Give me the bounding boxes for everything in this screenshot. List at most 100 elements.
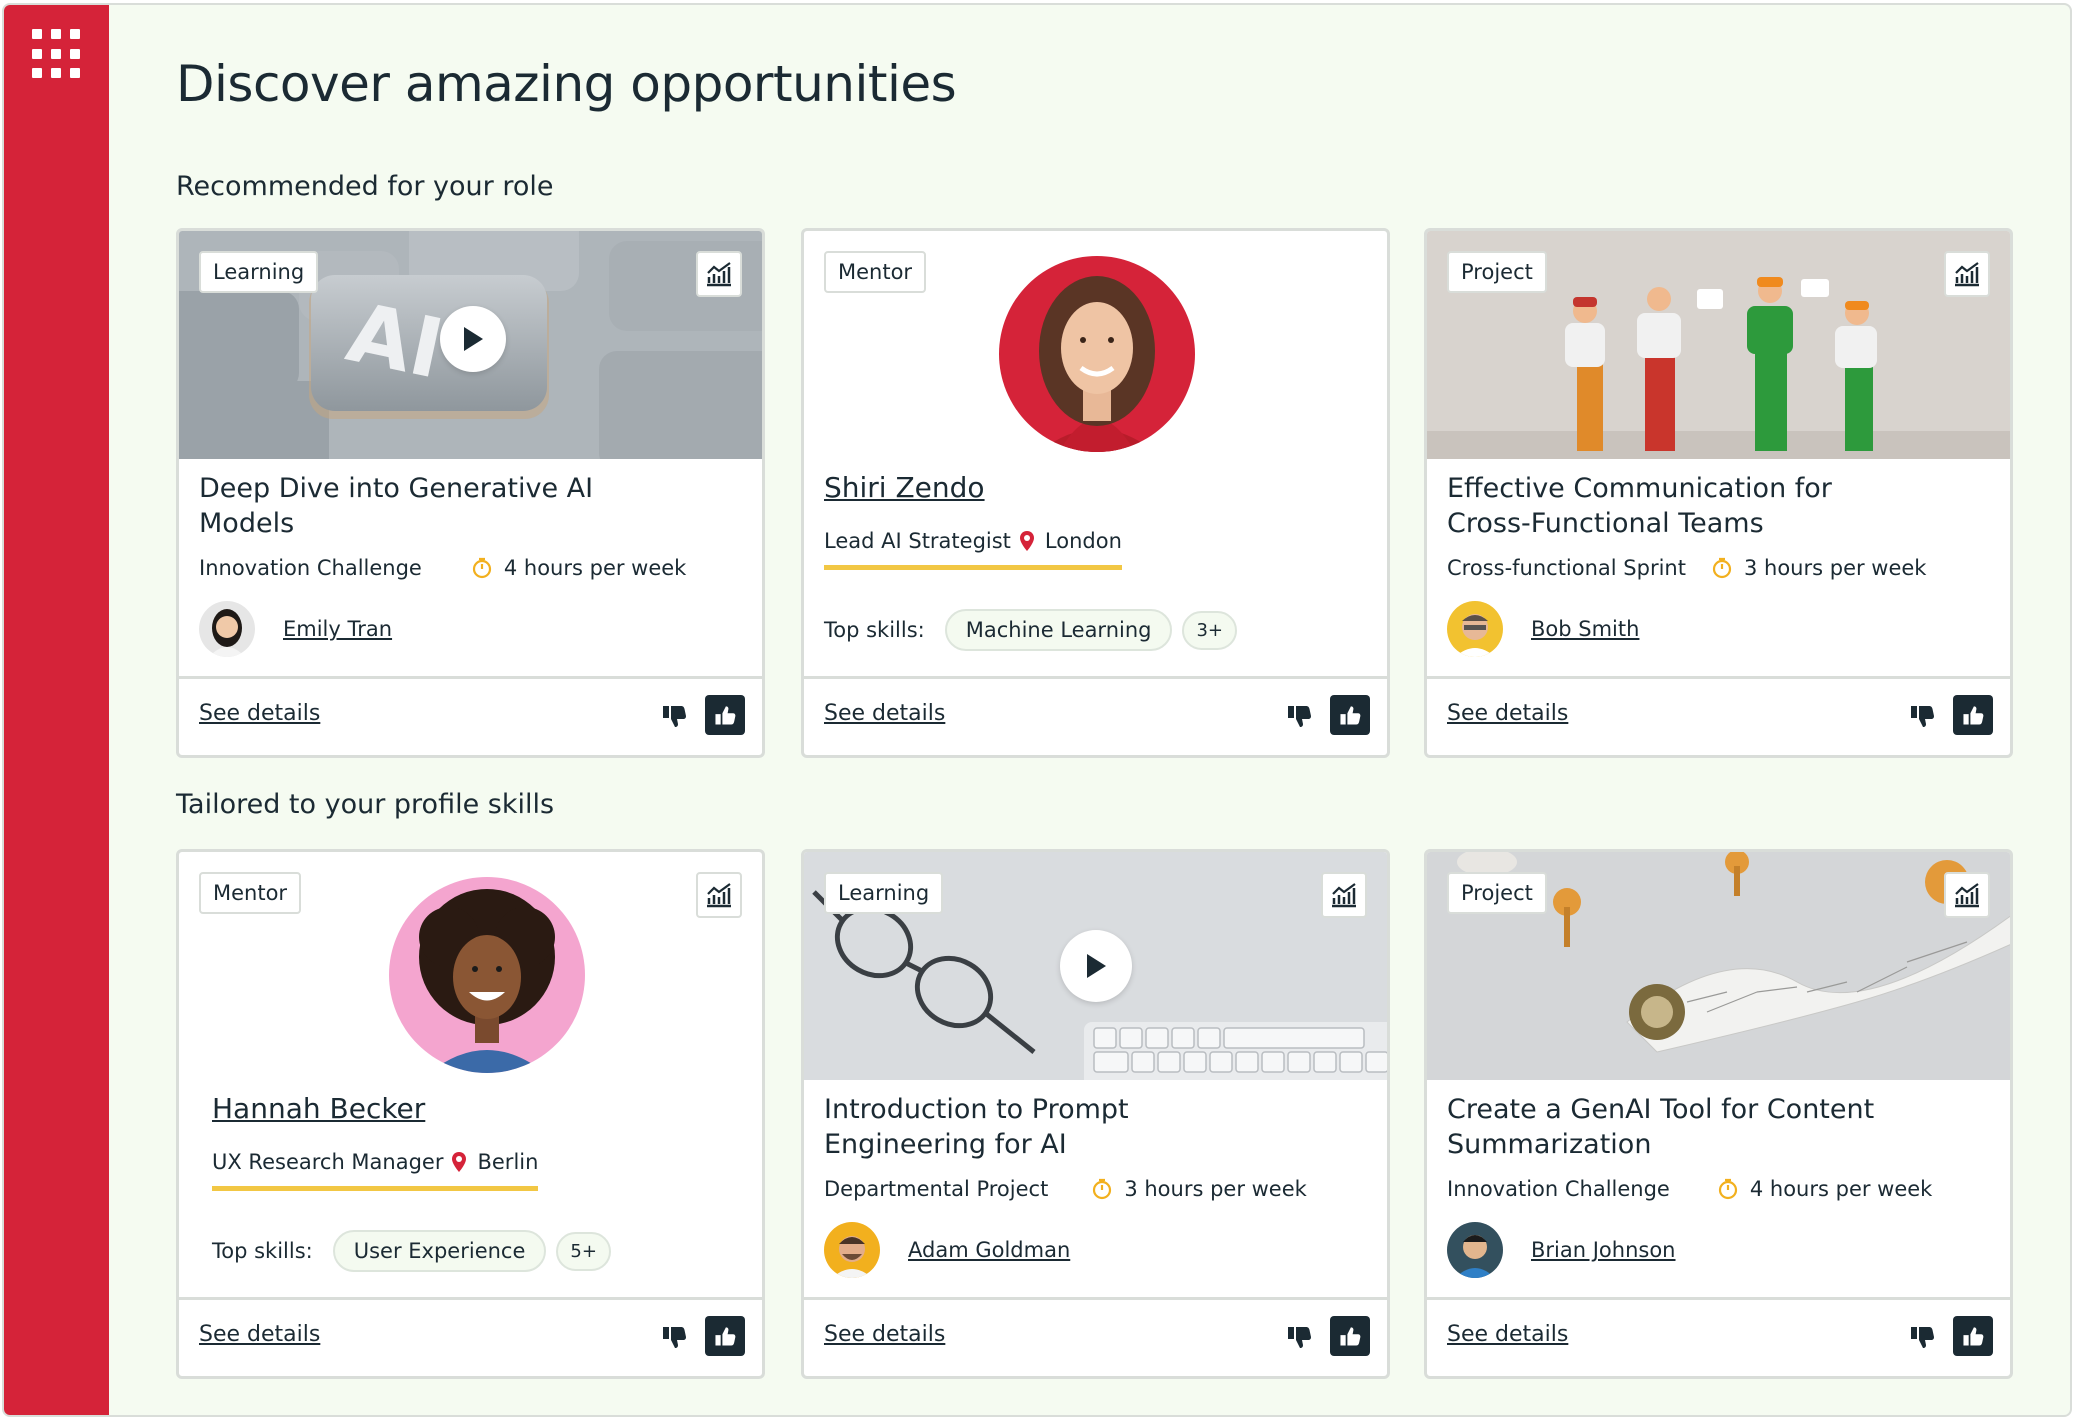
person-name[interactable]: Adam Goldman — [908, 1238, 1070, 1262]
contact-person[interactable]: Emily Tran — [199, 601, 392, 657]
mentor-role: UX Research Manager Berlin — [212, 1150, 539, 1191]
skill-chip: Machine Learning — [944, 609, 1173, 651]
thumbs-down-icon[interactable] — [659, 702, 689, 732]
opportunity-card[interactable]: AI Learning Deep Dive into Generative AI… — [176, 228, 765, 758]
thumbs-up-button[interactable] — [1953, 695, 1993, 735]
type-badge: Mentor — [199, 872, 302, 914]
avatar — [1447, 601, 1503, 657]
mentor-name[interactable]: Hannah Becker — [212, 1092, 425, 1125]
thumbs-down-icon[interactable] — [1907, 702, 1937, 732]
card-meta: Departmental Project 3 hours per week — [824, 1177, 1307, 1201]
type-badge: Project — [1447, 251, 1547, 293]
page-title: Discover amazing opportunities — [176, 55, 957, 113]
play-icon[interactable] — [1060, 930, 1132, 1002]
contact-person[interactable]: Bob Smith — [1447, 601, 1639, 657]
type-badge: Learning — [824, 872, 944, 914]
card-title: Deep Dive into Generative AI Models — [199, 473, 594, 539]
more-skills-chip[interactable]: 3+ — [1182, 610, 1238, 650]
opportunity-card[interactable]: Project Effective Communication for Cros… — [1424, 228, 2013, 758]
avatar — [824, 1222, 880, 1278]
card-footer: See details — [179, 1297, 762, 1376]
card-footer: See details — [179, 676, 762, 755]
opportunity-card[interactable]: Learning Introduction to Prompt Engineer… — [801, 849, 1390, 1379]
card-meta: Innovation Challenge 4 hours per week — [199, 556, 686, 580]
see-details-link[interactable]: See details — [824, 701, 945, 726]
thumbs-down-icon[interactable] — [659, 1323, 689, 1353]
skills-label: Top skills: — [824, 618, 925, 642]
top-skills: Top skills: Machine Learning 3+ — [824, 609, 1238, 651]
apps-grid-icon[interactable] — [28, 25, 86, 83]
person-name[interactable]: Emily Tran — [283, 617, 392, 641]
trend-chart-icon[interactable] — [1944, 872, 1990, 918]
category-label: Departmental Project — [824, 1177, 1049, 1201]
opportunity-card[interactable]: Project Create a GenAI Tool for Content … — [1424, 849, 2013, 1379]
card-footer: See details — [1427, 1297, 2010, 1376]
person-name[interactable]: Bob Smith — [1531, 617, 1639, 641]
opportunity-card[interactable]: Mentor Shiri Zendo Lead AI Strategist Lo… — [801, 228, 1390, 758]
card-footer: See details — [804, 1297, 1387, 1376]
card-meta: Cross-functional Sprint 3 hours per week — [1447, 556, 1926, 580]
card-footer: See details — [1427, 676, 2010, 755]
trend-chart-icon[interactable] — [696, 251, 742, 297]
card-meta: Innovation Challenge 4 hours per week — [1447, 1177, 1932, 1201]
contact-person[interactable]: Brian Johnson — [1447, 1222, 1676, 1278]
card-title: Introduction to Prompt Engineering for A… — [824, 1094, 1129, 1160]
time-commitment: 4 hours per week — [503, 556, 687, 580]
category-label: Cross-functional Sprint — [1447, 556, 1686, 580]
thumbs-down-icon[interactable] — [1284, 1323, 1314, 1353]
location-pin-icon — [1019, 531, 1034, 551]
thumbs-up-icon — [1963, 1327, 1984, 1346]
mentor-role: Lead AI Strategist London — [824, 529, 1122, 570]
role-label: UX Research Manager — [212, 1150, 444, 1174]
time-commitment: 3 hours per week — [1124, 1177, 1307, 1201]
location-label: Berlin — [477, 1150, 539, 1174]
thumbs-up-button[interactable] — [1330, 1316, 1370, 1356]
card-title: Create a GenAI Tool for Content Summariz… — [1447, 1094, 1875, 1160]
thumbs-down-icon[interactable] — [1907, 1323, 1937, 1353]
trend-chart-icon[interactable] — [696, 872, 742, 918]
skills-label: Top skills: — [212, 1239, 313, 1263]
skill-chip: User Experience — [332, 1230, 547, 1272]
thumbs-up-button[interactable] — [1330, 695, 1370, 735]
category-label: Innovation Challenge — [199, 556, 422, 580]
thumbs-down-icon[interactable] — [1284, 702, 1314, 732]
svg-text:AI: AI — [339, 285, 451, 397]
type-badge: Mentor — [824, 251, 927, 293]
location-label: London — [1044, 529, 1122, 553]
timer-icon — [1712, 557, 1732, 579]
see-details-link[interactable]: See details — [824, 1322, 945, 1347]
thumbs-up-icon — [1340, 706, 1361, 725]
see-details-link[interactable]: See details — [1447, 1322, 1568, 1347]
time-commitment: 3 hours per week — [1743, 556, 1927, 580]
trend-chart-icon[interactable] — [1321, 872, 1367, 918]
thumbs-up-button[interactable] — [705, 1316, 745, 1356]
contact-person[interactable]: Adam Goldman — [824, 1222, 1070, 1278]
more-skills-chip[interactable]: 5+ — [556, 1231, 611, 1271]
avatar — [199, 601, 255, 657]
person-name[interactable]: Brian Johnson — [1531, 1238, 1676, 1262]
see-details-link[interactable]: See details — [199, 1322, 320, 1347]
thumbs-up-icon — [1963, 706, 1984, 725]
timer-icon — [472, 557, 491, 579]
see-details-link[interactable]: See details — [1447, 701, 1568, 726]
thumbs-up-button[interactable] — [705, 695, 745, 735]
play-icon[interactable] — [440, 306, 506, 372]
mentor-avatar — [999, 256, 1195, 452]
side-rail — [4, 5, 109, 1415]
top-skills: Top skills: User Experience 5+ — [212, 1230, 611, 1272]
thumbs-up-icon — [715, 706, 736, 725]
thumbs-up-button[interactable] — [1953, 1316, 1993, 1356]
card-title: Effective Communication for Cross-Functi… — [1447, 473, 1832, 539]
trend-chart-icon[interactable] — [1944, 251, 1990, 297]
category-label: Innovation Challenge — [1447, 1177, 1670, 1201]
type-badge: Project — [1447, 872, 1547, 914]
thumbs-up-icon — [1340, 1327, 1361, 1346]
time-commitment: 4 hours per week — [1749, 1177, 1933, 1201]
opportunity-card[interactable]: Mentor Hannah Becker UX Research Manager… — [176, 849, 765, 1379]
app-frame: Discover amazing opportunities Recommend… — [2, 3, 2072, 1417]
avatar — [1447, 1222, 1503, 1278]
timer-icon — [1718, 1178, 1737, 1200]
see-details-link[interactable]: See details — [199, 701, 320, 726]
role-label: Lead AI Strategist — [824, 529, 1011, 553]
mentor-name[interactable]: Shiri Zendo — [824, 471, 985, 504]
